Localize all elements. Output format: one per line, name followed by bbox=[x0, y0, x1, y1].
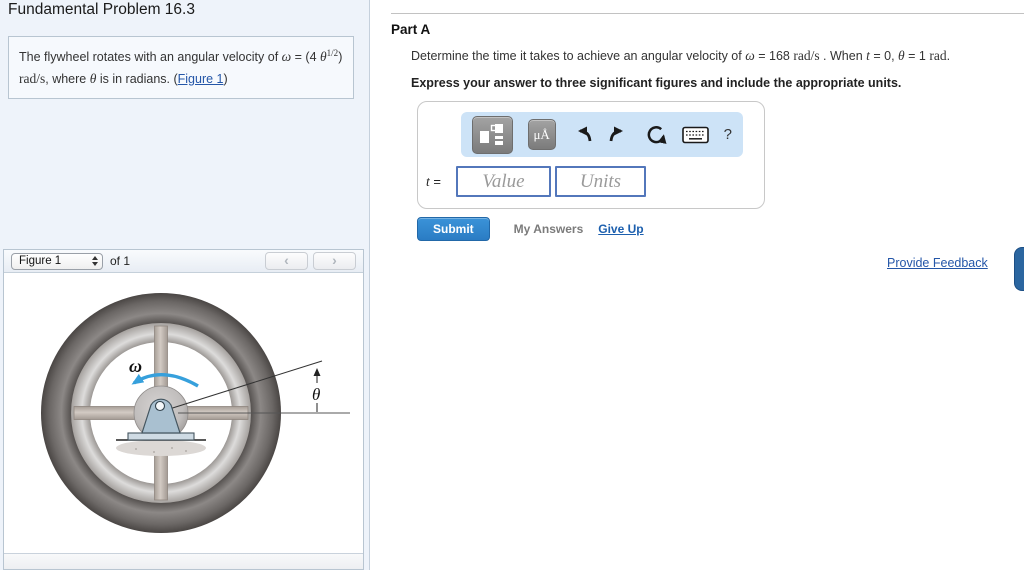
equation-toolbar: μÅ ? bbox=[461, 112, 743, 157]
next-figure-button[interactable]: › bbox=[313, 252, 356, 270]
omega-label: ω bbox=[129, 356, 142, 376]
problem-text: = (4 bbox=[291, 50, 321, 65]
submit-button[interactable]: Submit bbox=[417, 217, 490, 241]
question-fragment: = 168 bbox=[754, 49, 794, 63]
answer-actions: Submit My Answers Give Up bbox=[417, 217, 644, 241]
units-input[interactable] bbox=[555, 166, 646, 197]
problem-text: , where bbox=[45, 71, 90, 86]
undo-button[interactable] bbox=[571, 126, 593, 144]
mu-angstrom-icon: μÅ bbox=[533, 126, 550, 142]
problem-text: is in radians. ( bbox=[96, 71, 178, 86]
answer-instruction: Express your answer to three significant… bbox=[411, 76, 902, 90]
units-rad-s: rad/s bbox=[793, 48, 820, 63]
units-rad-s: rad/s bbox=[19, 70, 46, 86]
keyboard-icon bbox=[681, 126, 709, 143]
problem-text: ) bbox=[223, 71, 228, 86]
item-sidebar: Fundamental Problem 16.3 The flywheel ro… bbox=[0, 0, 370, 570]
reset-icon bbox=[647, 125, 667, 144]
assignment-main: Part A Determine the time it takes to ac… bbox=[371, 0, 1024, 570]
question-fragment: . bbox=[946, 49, 951, 63]
page-title: Fundamental Problem 16.3 bbox=[8, 1, 195, 18]
bracket-pin-hole bbox=[154, 400, 166, 412]
problem-text: ) bbox=[338, 50, 343, 65]
units-symbols-button[interactable]: μÅ bbox=[527, 119, 556, 150]
ground-shading bbox=[116, 440, 206, 456]
my-answers-button[interactable]: My Answers bbox=[514, 222, 584, 236]
figure-select-dropdown[interactable]: Figure 1 bbox=[11, 252, 103, 270]
question-fragment: = 1 bbox=[904, 49, 930, 63]
omega-symbol: ω bbox=[281, 49, 292, 65]
theta-symbol: θ bbox=[898, 48, 905, 63]
prev-figure-button[interactable]: ‹ bbox=[265, 252, 308, 270]
value-input[interactable] bbox=[456, 166, 551, 197]
answer-variable-label: t = bbox=[426, 174, 456, 190]
redo-icon bbox=[609, 126, 623, 141]
equation-templates-button[interactable] bbox=[472, 115, 513, 154]
theta-symbol: θ bbox=[320, 49, 327, 65]
bracket-base bbox=[127, 432, 195, 441]
figure-header: Figure 1 of 1 ‹ › bbox=[4, 250, 363, 273]
provide-feedback-link[interactable]: Provide Feedback bbox=[887, 256, 988, 270]
figure-image: θ ω bbox=[4, 273, 363, 553]
answer-row: t = bbox=[426, 166, 646, 197]
omega-symbol: ω bbox=[745, 48, 755, 63]
question-fragment: = 0, bbox=[869, 49, 899, 63]
theta-label: θ bbox=[312, 385, 320, 404]
question-fragment: Determine the time it takes to achieve a… bbox=[411, 49, 746, 63]
slideout-tab-button[interactable] bbox=[1014, 247, 1024, 291]
mastering-problem-page: Fundamental Problem 16.3 The flywheel ro… bbox=[0, 0, 1024, 570]
problem-text: The flywheel rotates with an angular vel… bbox=[19, 50, 282, 65]
figure-nav: ‹ › bbox=[265, 252, 356, 270]
units-rad: rad bbox=[929, 48, 947, 63]
question-text: Determine the time it takes to achieve a… bbox=[411, 48, 950, 64]
give-up-link[interactable]: Give Up bbox=[598, 222, 643, 236]
figure-footer-bar bbox=[4, 553, 363, 569]
figure-count-label: of 1 bbox=[110, 254, 131, 268]
figure-panel: Figure 1 of 1 ‹ › θ ω bbox=[3, 249, 364, 570]
undo-icon bbox=[577, 126, 592, 141]
reset-button[interactable] bbox=[645, 124, 667, 146]
figure-link[interactable]: Figure 1 bbox=[178, 72, 224, 86]
problem-statement: The flywheel rotates with an angular vel… bbox=[8, 36, 354, 100]
answer-box: μÅ ? t = Value Units bbox=[417, 101, 765, 209]
section-divider bbox=[391, 13, 1024, 14]
exponent: 1/2 bbox=[326, 48, 339, 58]
equals-sign: = bbox=[429, 173, 441, 189]
flywheel-figure: θ ω bbox=[41, 293, 350, 533]
redo-button[interactable] bbox=[608, 126, 630, 144]
keyboard-shortcuts-button[interactable] bbox=[681, 126, 709, 144]
part-a-heading: Part A bbox=[391, 22, 431, 37]
question-fragment: . When bbox=[819, 49, 867, 63]
help-button[interactable]: ? bbox=[724, 126, 732, 143]
templates-icon bbox=[480, 123, 504, 145]
stepper-icon bbox=[92, 256, 98, 266]
figure-select-label: Figure 1 bbox=[19, 255, 62, 267]
